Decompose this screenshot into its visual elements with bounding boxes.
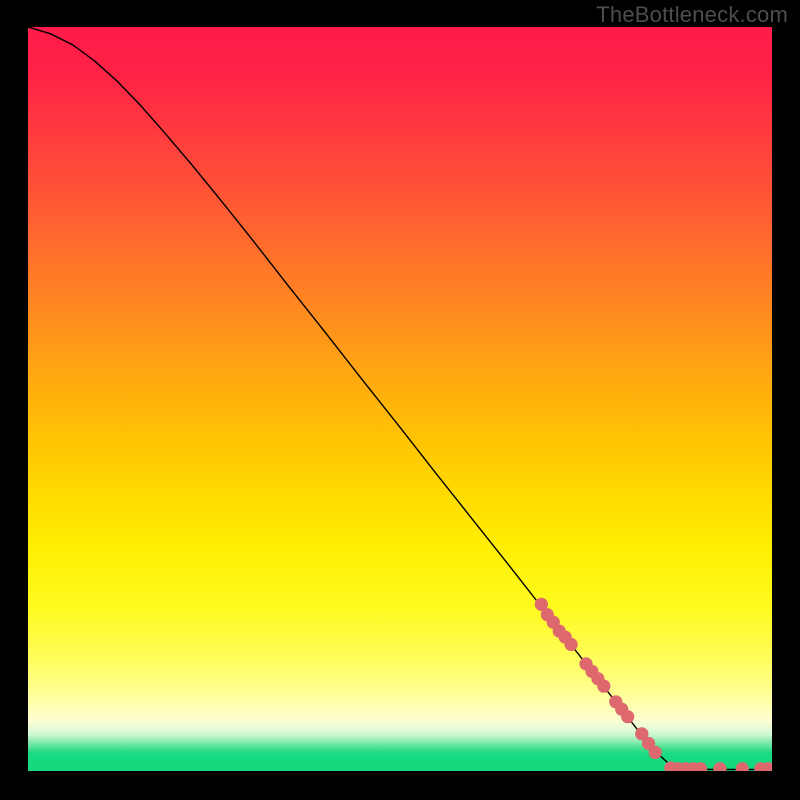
chart-plot-area [28,27,772,771]
watermark-text: TheBottleneck.com [596,2,788,28]
chart-point [565,638,578,651]
chart-point [597,680,610,693]
app-frame: TheBottleneck.com [0,0,800,800]
chart-point [621,710,634,723]
chart-highlight-points [28,27,772,771]
chart-point [736,762,749,771]
chart-point [713,762,726,771]
chart-point [649,746,662,759]
